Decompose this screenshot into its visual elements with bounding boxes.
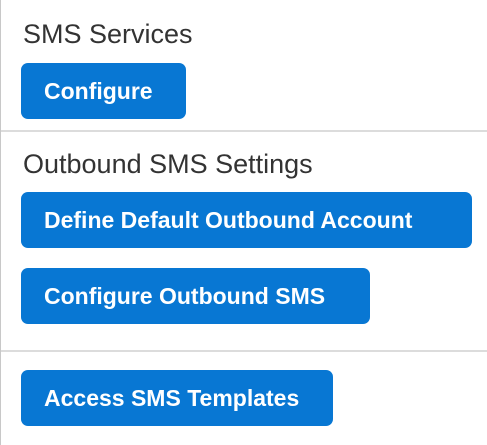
define-default-outbound-account-button[interactable]: Define Default Outbound Account [21, 192, 472, 248]
configure-outbound-sms-button[interactable]: Configure Outbound SMS [21, 268, 370, 324]
access-sms-templates-button[interactable]: Access SMS Templates [21, 370, 333, 426]
sms-templates-section: Access SMS Templates [1, 352, 487, 445]
outbound-sms-settings-heading: Outbound SMS Settings [23, 149, 313, 179]
sms-services-heading: SMS Services [23, 19, 193, 49]
sms-settings-panel: SMS Services Configure Outbound SMS Sett… [0, 0, 487, 445]
sms-services-section: SMS Services Configure [1, 0, 487, 130]
configure-button[interactable]: Configure [21, 63, 186, 119]
outbound-sms-settings-section: Outbound SMS Settings Define Default Out… [1, 132, 487, 350]
